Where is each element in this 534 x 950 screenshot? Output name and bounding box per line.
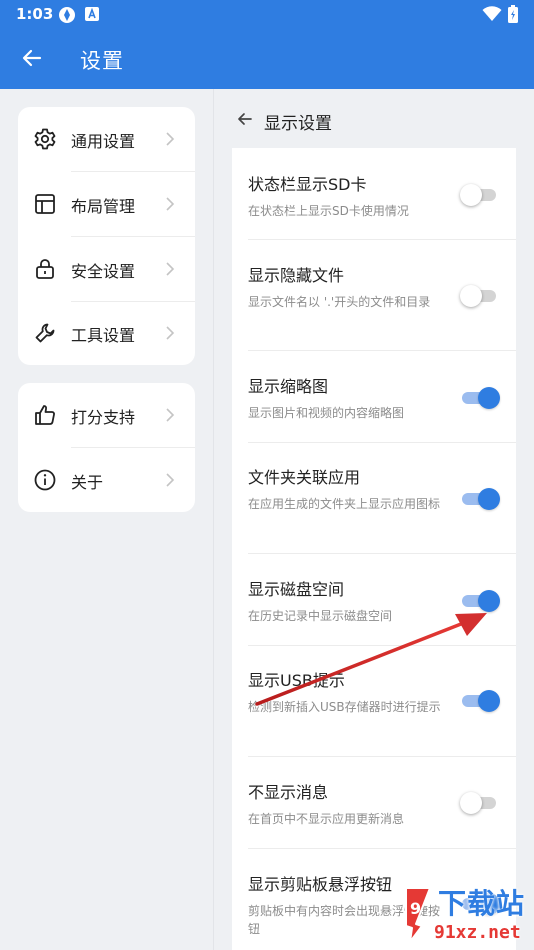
layout-icon bbox=[35, 194, 55, 214]
status-bar: 1:03 bbox=[0, 0, 534, 28]
setting-row-thumbnails[interactable]: 显示缩略图 显示图片和视频的内容缩略图 bbox=[232, 351, 516, 442]
svg-text:9: 9 bbox=[410, 899, 421, 918]
nav-item-label: 通用设置 bbox=[71, 132, 136, 151]
setting-toggle[interactable] bbox=[460, 283, 500, 307]
wrench-icon bbox=[35, 323, 55, 343]
settings-list: 状态栏显示SD卡 在状态栏上显示SD卡使用情况 显示隐藏文件 显示文件名以 '.… bbox=[232, 148, 516, 950]
watermark-url: 91xz.net bbox=[434, 922, 521, 943]
setting-title: 显示磁盘空间 bbox=[248, 580, 345, 599]
nav-item-label: 工具设置 bbox=[71, 326, 136, 345]
chevron-right-icon bbox=[166, 326, 175, 340]
back-arrow-icon[interactable] bbox=[20, 46, 44, 70]
setting-toggle[interactable] bbox=[460, 182, 500, 206]
chevron-right-icon bbox=[166, 262, 175, 276]
chevron-right-icon bbox=[166, 132, 175, 146]
nav-card-main: 通用设置 布局管理 安全设置 工具设置 bbox=[18, 107, 195, 365]
setting-title: 不显示消息 bbox=[248, 783, 329, 802]
setting-toggle[interactable] bbox=[460, 385, 500, 409]
annotation-arrow bbox=[255, 613, 487, 706]
setting-row-sd-card[interactable]: 状态栏显示SD卡 在状态栏上显示SD卡使用情况 bbox=[232, 148, 516, 239]
wifi-icon bbox=[482, 6, 502, 21]
setting-title: 文件夹关联应用 bbox=[248, 468, 361, 487]
chevron-right-icon bbox=[166, 408, 175, 422]
setting-description: 显示文件名以 '.'开头的文件和目录 bbox=[248, 295, 431, 309]
nav-item-layout[interactable]: 布局管理 bbox=[18, 172, 195, 236]
battery-icon bbox=[508, 5, 518, 23]
setting-description: 在应用生成的文件夹上显示应用图标 bbox=[248, 497, 441, 511]
setting-description: 显示图片和视频的内容缩略图 bbox=[248, 406, 405, 420]
notification-app-icon bbox=[59, 7, 75, 23]
setting-title: 显示缩略图 bbox=[248, 377, 329, 396]
setting-row-folder-app[interactable]: 文件夹关联应用 在应用生成的文件夹上显示应用图标 bbox=[232, 443, 516, 553]
notification-a-icon bbox=[85, 7, 99, 21]
watermark-title: 下载站 bbox=[438, 887, 526, 920]
setting-row-hidden-files[interactable]: 显示隐藏文件 显示文件名以 '.'开头的文件和目录 bbox=[232, 240, 516, 350]
page-title: 设置 bbox=[80, 49, 124, 73]
section-title: 显示设置 bbox=[264, 114, 332, 134]
watermark-logo-icon: 9 bbox=[405, 887, 431, 943]
chevron-right-icon bbox=[166, 197, 175, 211]
setting-toggle[interactable] bbox=[460, 486, 500, 510]
nav-item-about[interactable]: 关于 bbox=[18, 448, 195, 512]
setting-title: 状态栏显示SD卡 bbox=[248, 175, 367, 194]
setting-description: 在状态栏上显示SD卡使用情况 bbox=[248, 204, 409, 218]
setting-title: 显示剪贴板悬浮按钮 bbox=[248, 875, 393, 894]
app-bar: 1:03 设置 bbox=[0, 0, 534, 89]
chevron-right-icon bbox=[166, 473, 175, 487]
setting-toggle[interactable] bbox=[460, 790, 500, 814]
setting-description: 在首页中不显示应用更新消息 bbox=[248, 812, 405, 826]
gear-icon bbox=[34, 128, 56, 150]
back-arrow-icon[interactable] bbox=[236, 110, 254, 128]
nav-item-label: 安全设置 bbox=[71, 262, 136, 281]
nav-item-label: 布局管理 bbox=[71, 197, 136, 216]
watermark: 9 下载站 91xz.net bbox=[396, 880, 534, 950]
status-time: 1:03 bbox=[16, 5, 54, 23]
lock-icon bbox=[36, 259, 54, 279]
nav-item-tools[interactable]: 工具设置 bbox=[18, 301, 195, 365]
nav-item-label: 关于 bbox=[71, 473, 104, 492]
setting-row-hide-messages[interactable]: 不显示消息 在首页中不显示应用更新消息 bbox=[232, 757, 516, 848]
nav-item-label: 打分支持 bbox=[71, 408, 136, 427]
nav-card-misc: 打分支持 关于 bbox=[18, 383, 195, 512]
nav-item-rate[interactable]: 打分支持 bbox=[18, 383, 195, 447]
thumbs-up-icon bbox=[35, 405, 55, 425]
nav-item-general[interactable]: 通用设置 bbox=[18, 107, 195, 171]
setting-title: 显示隐藏文件 bbox=[248, 266, 345, 285]
nav-item-security[interactable]: 安全设置 bbox=[18, 237, 195, 301]
info-icon bbox=[34, 469, 56, 491]
